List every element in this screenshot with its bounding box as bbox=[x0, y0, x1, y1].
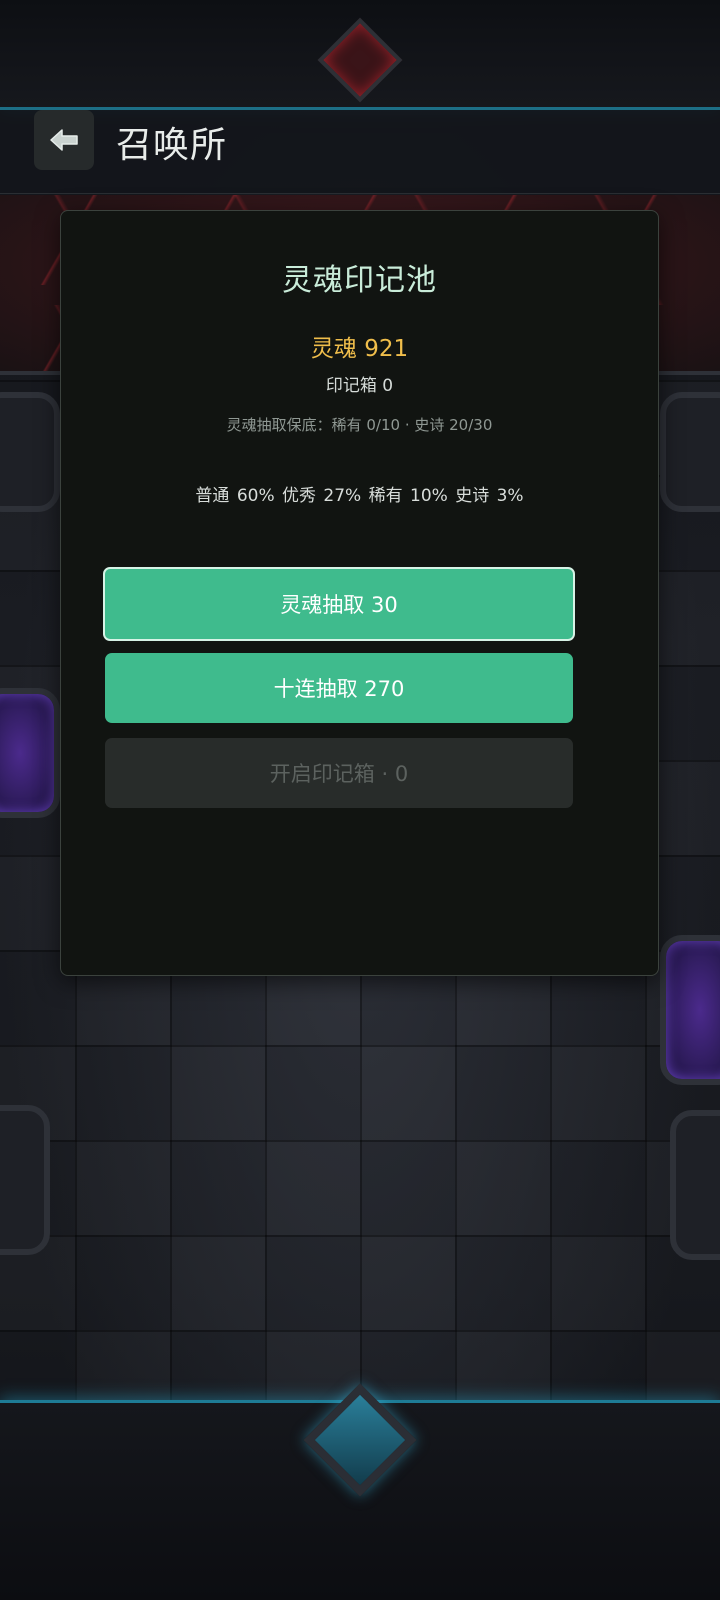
mark-box-count: 印记箱 0 bbox=[325, 376, 394, 396]
arrow-left-icon bbox=[50, 129, 78, 151]
board-tile bbox=[0, 1105, 50, 1255]
summon-pool-panel: 灵魂印记池 灵魂 921 印记箱 0 灵魂抽取保底：稀有 0/10 · 史诗 2… bbox=[60, 210, 659, 976]
single-draw-button[interactable]: 灵魂抽取 30 bbox=[103, 567, 575, 641]
pool-title: 灵魂印记池 bbox=[282, 263, 437, 298]
board-tile bbox=[660, 392, 720, 512]
open-mark-box-button[interactable]: 开启印记箱 · 0 bbox=[105, 738, 573, 808]
board-tile bbox=[670, 1110, 720, 1260]
header-bar: 召唤所 bbox=[0, 110, 720, 194]
pity-info: 灵魂抽取保底：稀有 0/10 · 史诗 20/30 bbox=[226, 416, 493, 434]
board-tile bbox=[0, 392, 60, 512]
board-tile-purple bbox=[660, 935, 720, 1085]
back-button[interactable] bbox=[34, 110, 94, 170]
drop-rates: 普通 60% 优秀 27% 稀有 10% 史诗 3% bbox=[195, 486, 524, 506]
page-title: 召唤所 bbox=[116, 125, 228, 166]
soul-balance: 灵魂 921 bbox=[310, 336, 409, 362]
board-tile-purple bbox=[0, 688, 60, 818]
ten-draw-button[interactable]: 十连抽取 270 bbox=[105, 653, 573, 723]
